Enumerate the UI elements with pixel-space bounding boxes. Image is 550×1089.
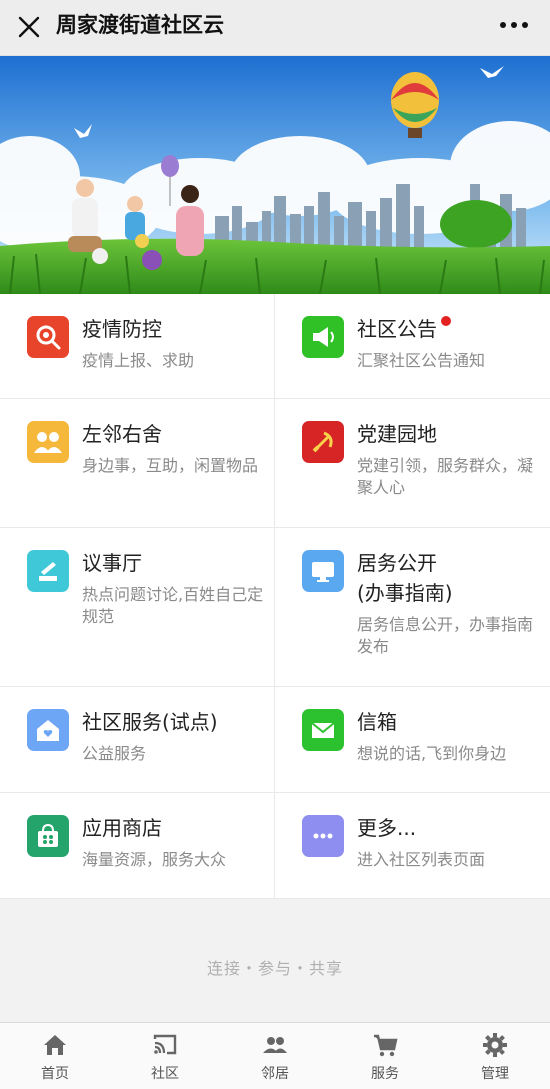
tile-app-store[interactable]: 应用商店 海量资源，服务大众 xyxy=(0,793,275,898)
nav-manage[interactable]: 管理 xyxy=(440,1023,550,1089)
close-icon[interactable] xyxy=(14,12,44,42)
tile-desc: 身边事，互助，闲置物品 xyxy=(82,456,259,475)
tile-community-notice[interactable]: 社区公告 汇聚社区公告通知 xyxy=(275,294,550,398)
virus-search-icon xyxy=(27,316,69,358)
tile-desc: 党建引领，服务群众，凝聚人心 xyxy=(357,456,534,497)
tile-neighbors[interactable]: 左邻右舍 身边事，互助，闲置物品 xyxy=(0,399,275,527)
nav-label: 服务 xyxy=(371,1066,399,1082)
house-heart-icon xyxy=(27,709,69,751)
nav-services[interactable]: 服务 xyxy=(330,1023,440,1089)
grid-row: 左邻右舍 身边事，互助，闲置物品 党建园地 党建引领，服务群众，凝聚人心 xyxy=(0,399,550,528)
tile-more[interactable]: 更多... 进入社区列表页面 xyxy=(275,793,550,898)
tile-community-service[interactable]: 社区服务(试点) 公益服务 xyxy=(0,687,275,792)
monitor-icon xyxy=(302,550,344,592)
grid-row: 议事厅 热点问题讨论,百姓自己定规范 居务公开 (办事指南) 居务信息公开，办事… xyxy=(0,528,550,687)
tile-name: 疫情防控 xyxy=(82,317,162,341)
cast-icon xyxy=(153,1034,177,1055)
service-grid: 疫情防控 疫情上报、求助 社区公告 汇聚社区公告通知 左邻右舍 身边事，互助，闲… xyxy=(0,294,550,899)
nav-home[interactable]: 首页 xyxy=(0,1023,110,1089)
tile-name: 应用商店 xyxy=(82,816,162,840)
tile-name: 议事厅 xyxy=(82,551,142,575)
top-bar: 周家渡街道社区云 xyxy=(0,0,550,56)
gavel-icon xyxy=(27,550,69,592)
grid-row: 社区服务(试点) 公益服务 信箱 想说的话,飞到你身边 xyxy=(0,687,550,793)
tile-name: 社区服务(试点) xyxy=(82,710,218,734)
page-title: 周家渡街道社区云 xyxy=(56,13,224,37)
bottom-nav: 首页 社区 邻居 服务 管理 xyxy=(0,1022,550,1089)
party-emblem-icon xyxy=(302,421,344,463)
nav-label: 邻居 xyxy=(261,1066,289,1082)
tile-name: 信箱 xyxy=(357,710,397,734)
tile-desc: 疫情上报、求助 xyxy=(82,351,195,370)
tile-desc: 进入社区列表页面 xyxy=(357,850,486,869)
cart-icon xyxy=(374,1034,398,1057)
megaphone-icon xyxy=(302,316,344,358)
tile-affairs-disclosure[interactable]: 居务公开 (办事指南) 居务信息公开，办事指南发布 xyxy=(275,528,550,686)
nav-label: 管理 xyxy=(481,1066,509,1082)
people-group-icon xyxy=(27,421,69,463)
gear-icon xyxy=(483,1033,507,1057)
tile-council-hall[interactable]: 议事厅 热点问题讨论,百姓自己定规范 xyxy=(0,528,275,686)
tile-desc: 热点问题讨论,百姓自己定规范 xyxy=(82,585,264,626)
tile-name: 居务公开 (办事指南) xyxy=(357,551,453,605)
tile-party-building[interactable]: 党建园地 党建引领，服务群众，凝聚人心 xyxy=(275,399,550,527)
grid-row: 应用商店 海量资源，服务大众 更多... 进入社区列表页面 xyxy=(0,793,550,899)
tile-epidemic-control[interactable]: 疫情防控 疫情上报、求助 xyxy=(0,294,275,398)
tile-desc: 想说的话,飞到你身边 xyxy=(357,744,507,763)
tile-name: 更多... xyxy=(357,816,417,840)
tile-name: 党建园地 xyxy=(357,422,437,446)
mail-icon xyxy=(302,709,344,751)
home-icon xyxy=(44,1035,66,1055)
tile-desc: 汇聚社区公告通知 xyxy=(357,351,486,370)
nav-label: 社区 xyxy=(151,1066,179,1082)
footer-slogan: 连接・参与・共享 xyxy=(206,959,343,978)
tile-desc: 居务信息公开，办事指南发布 xyxy=(357,615,534,656)
notification-badge xyxy=(441,316,451,326)
nav-label: 首页 xyxy=(41,1066,69,1082)
more-options-icon[interactable] xyxy=(500,20,528,30)
banner-image xyxy=(0,56,550,294)
nav-community[interactable]: 社区 xyxy=(110,1023,220,1089)
people-icon xyxy=(263,1037,287,1053)
tile-name: 左邻右舍 xyxy=(82,422,162,446)
tile-desc: 海量资源，服务大众 xyxy=(82,850,227,869)
store-bag-icon xyxy=(27,815,69,857)
nav-neighbors[interactable]: 邻居 xyxy=(220,1023,330,1089)
tile-name: 社区公告 xyxy=(357,314,451,344)
ellipsis-icon xyxy=(302,815,344,857)
tile-desc: 公益服务 xyxy=(82,744,147,763)
grid-row: 疫情防控 疫情上报、求助 社区公告 汇聚社区公告通知 xyxy=(0,294,550,399)
tile-mailbox[interactable]: 信箱 想说的话,飞到你身边 xyxy=(275,687,550,792)
